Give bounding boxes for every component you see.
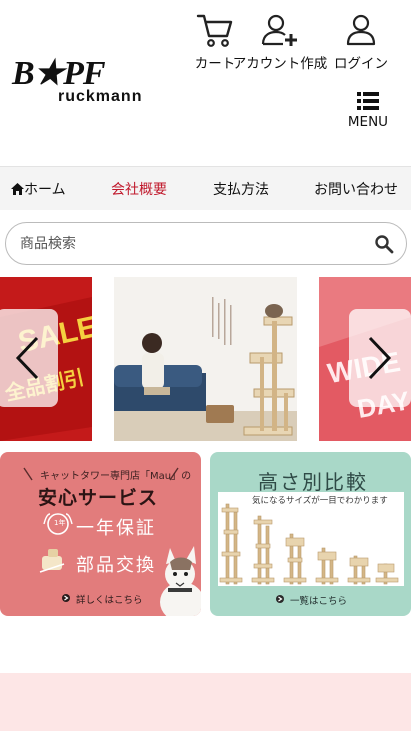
- service-banner[interactable]: キャットタワー専門店「Mau」の 安心サービス 1年 一年保証 部品交換 詳しく…: [0, 452, 201, 616]
- nav-item-company[interactable]: 会社概要: [111, 179, 167, 199]
- brand-logo[interactable]: B★PF ruckmann: [12, 54, 152, 110]
- cart-label: カート: [194, 56, 236, 72]
- add-user-icon: [261, 14, 297, 46]
- chevron-right-icon: [368, 336, 392, 380]
- search-input[interactable]: [20, 233, 360, 255]
- cart-icon: [196, 14, 233, 47]
- menu-label: MENU: [347, 114, 389, 130]
- chevron-left-icon: [15, 336, 39, 380]
- compare-title: 高さ別比較: [258, 470, 368, 494]
- warranty-text: 一年保証: [76, 518, 156, 539]
- cat-illustration: [160, 546, 201, 616]
- nav-home-label: ホーム: [24, 182, 66, 198]
- menu-button[interactable]: MENU: [340, 92, 396, 130]
- search-bar: [5, 222, 407, 265]
- service-shop-caption: キャットタワー専門店「Mau」の: [40, 471, 192, 482]
- nav-item-home[interactable]: ホーム: [11, 179, 66, 199]
- site-header: B★PF ruckmann カート アカウント作成 ログイン MENU: [0, 0, 411, 166]
- hero-carousel: SALE 全品割引: [0, 277, 411, 441]
- login-label: ログイン: [334, 56, 388, 72]
- carousel-next-button[interactable]: [349, 309, 411, 407]
- user-icon: [346, 14, 376, 46]
- warranty-badge: 1年: [54, 519, 66, 527]
- logo-bottom-text: ruckmann: [58, 88, 143, 105]
- carousel-prev-button[interactable]: [0, 309, 58, 407]
- create-account-label: アカウント作成: [232, 56, 328, 72]
- height-compare-banner[interactable]: 高さ別比較 気になるサイズが一目でわかります 一覧はこちら: [210, 452, 411, 616]
- carousel-slide-cat-tower[interactable]: [114, 277, 297, 441]
- parts-replacement-text: 部品交換: [76, 555, 156, 576]
- living-room-photo: [114, 277, 297, 441]
- service-details-link[interactable]: 詳しくはこちら: [76, 592, 143, 606]
- create-account-button[interactable]: アカウント作成: [233, 12, 327, 72]
- bottom-pink-band: [0, 673, 411, 731]
- login-button[interactable]: ログイン: [316, 12, 406, 72]
- nav-item-contact[interactable]: お問い合わせ: [314, 179, 398, 199]
- compare-subtitle: 気になるサイズが一目でわかります: [252, 496, 388, 506]
- service-title: 安心サービス: [38, 487, 159, 509]
- nav-item-payment[interactable]: 支払方法: [213, 179, 269, 199]
- main-nav: ホーム 会社概要 支払方法 お問い合わせ: [0, 166, 411, 210]
- home-icon: [11, 183, 24, 195]
- search-icon[interactable]: [374, 234, 394, 254]
- compare-list-link[interactable]: 一覧はこちら: [290, 593, 347, 607]
- hamburger-menu-icon: [357, 92, 379, 110]
